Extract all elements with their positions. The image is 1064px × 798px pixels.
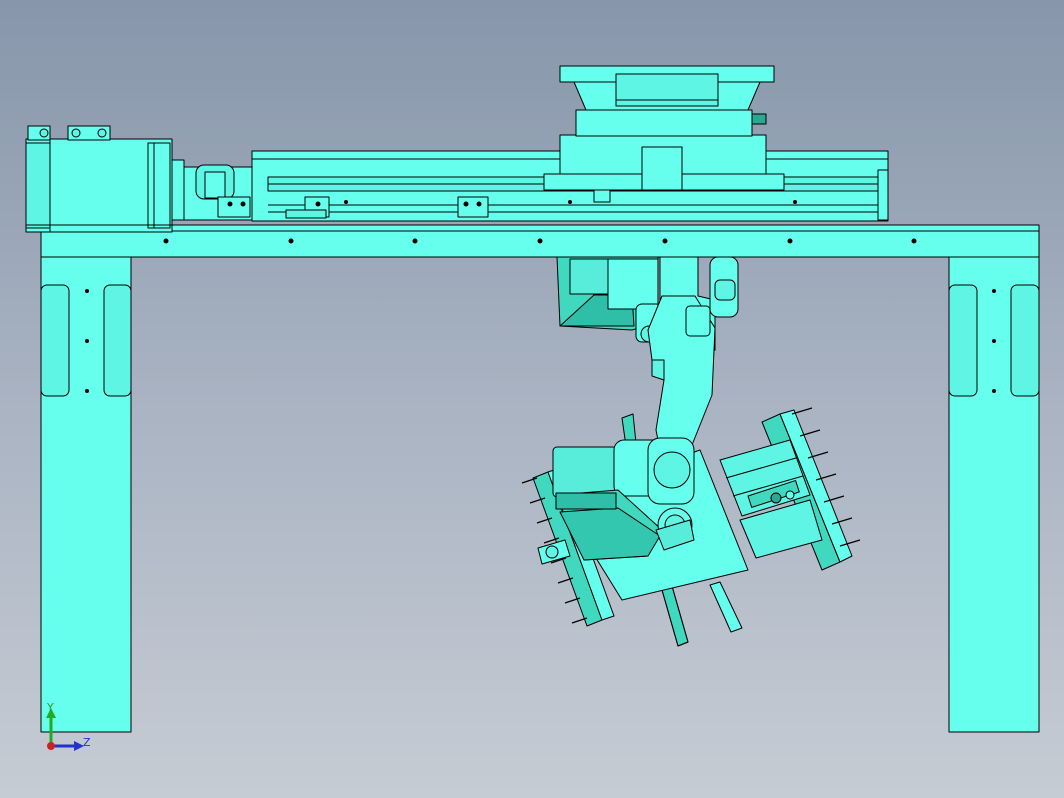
y-axis-label: Y [46,701,54,714]
right-leg[interactable] [948,256,1040,733]
gripper-fixture[interactable] [521,407,861,647]
z-axis-label: Z [83,736,91,749]
origin-point [47,742,55,750]
cad-viewport[interactable]: Y Z [0,0,1064,798]
robot-arm[interactable] [556,256,739,451]
gantry-beam[interactable] [40,224,1040,258]
top-carriage[interactable] [543,65,785,203]
left-leg[interactable] [40,256,132,733]
cad-model[interactable]: Y Z [0,0,1064,798]
